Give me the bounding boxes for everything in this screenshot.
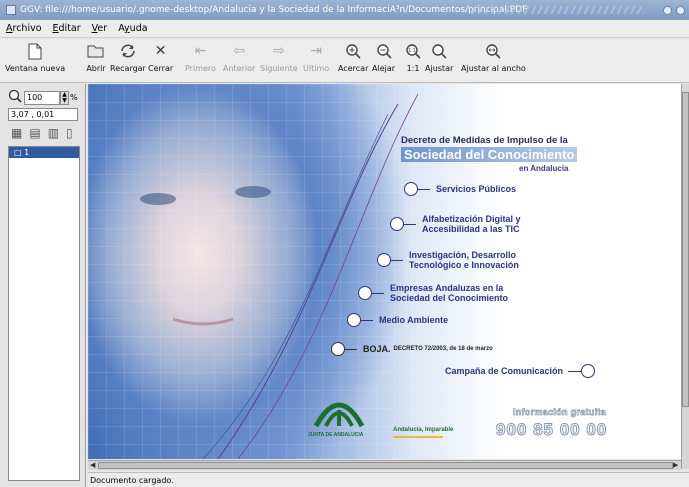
zoom-in-button[interactable]: Acercar xyxy=(338,41,368,73)
vertical-scrollbar[interactable] xyxy=(681,84,689,469)
coordinates-field: 3,07 , 0,01 xyxy=(8,108,78,121)
folder-icon xyxy=(85,41,107,61)
horizontal-scroll-thumb[interactable] xyxy=(98,462,673,469)
zoom-unit: % xyxy=(70,93,78,102)
item-alfabetizacion: Alfabetización Digital y Accesibilidad a … xyxy=(390,214,521,234)
andalucia-imparable-text: Andalucía, Imparable xyxy=(393,427,454,433)
fit-page-button[interactable]: Ajustar xyxy=(425,41,453,73)
zoom-fit-width-icon xyxy=(482,41,504,61)
reload-button[interactable]: Recargar xyxy=(110,41,146,73)
pages-all-icon[interactable]: ▦ xyxy=(11,126,22,140)
last-page-icon: ⇥ xyxy=(310,43,322,59)
close-icon: ✕ xyxy=(154,43,167,59)
pdf-page: Decreto de Medidas de Impulso de la Soci… xyxy=(88,84,681,459)
minimize-button[interactable] xyxy=(663,5,672,15)
close-button[interactable]: ✕ Cerrar xyxy=(148,41,173,73)
page-marker-icon: □ xyxy=(14,148,25,157)
sidebar: 100 ▲ ▼ % 3,07 , 0,01 ▦ ▤ ▥ ▯ □ 1 xyxy=(0,84,86,487)
bullet-circle xyxy=(390,217,416,231)
junta-andalucia-text: JUNTA DE ANDALUCIA xyxy=(308,432,364,438)
zoom-out-icon xyxy=(373,41,395,61)
document-view[interactable]: Decreto de Medidas de Impulso de la Soci… xyxy=(88,84,681,459)
previous-page-button[interactable]: ⇦ Anterior xyxy=(223,41,255,73)
item-investigacion: Investigación, Desarrollo Tecnológico e I… xyxy=(377,250,519,270)
bullet-circle xyxy=(347,313,373,327)
zoom-out-button[interactable]: Alejar xyxy=(372,41,395,73)
imparable-underline xyxy=(393,436,443,438)
menu-archivo[interactable]: Archivo xyxy=(0,23,47,34)
page-list-item[interactable]: □ 1 xyxy=(9,147,79,158)
zoom-1-1-button[interactable]: 1:1 1:1 xyxy=(402,41,424,73)
title-bar-stripes xyxy=(468,6,644,14)
zoom-control: 100 ▲ ▼ % xyxy=(8,89,78,106)
pages-clear-icon[interactable]: ▯ xyxy=(66,126,73,140)
first-page-icon: ⇤ xyxy=(194,43,207,59)
arrow-left-icon: ⇦ xyxy=(233,43,245,59)
boja-line: BOJA. DECRETO 72/2003, de 18 de marzo xyxy=(331,342,493,356)
zoom-actual-size-icon: 1:1 xyxy=(402,41,424,61)
next-page-button[interactable]: ⇨ Siguiente xyxy=(260,41,298,73)
page-tools: ▦ ▤ ▥ ▯ xyxy=(11,126,73,140)
zoom-input[interactable]: 100 xyxy=(24,90,60,105)
bullet-circle xyxy=(377,253,403,267)
horizontal-scrollbar[interactable]: ◀ ▶ xyxy=(88,460,681,470)
reload-icon xyxy=(117,41,139,61)
bullet-circle xyxy=(358,286,384,300)
pages-even-icon[interactable]: ▥ xyxy=(48,126,59,140)
item-medio-ambiente: Medio Ambiente xyxy=(347,313,448,327)
pages-odd-icon[interactable]: ▤ xyxy=(29,126,40,140)
window-menu-icon[interactable] xyxy=(6,5,16,15)
last-page-button[interactable]: ⇥ Último xyxy=(303,41,329,73)
zoom-in-icon xyxy=(342,41,364,61)
heading-line-1: Decreto de Medidas de Impulso de la xyxy=(401,135,568,146)
arrow-right-icon: ⇨ xyxy=(272,43,285,59)
zoom-stepper[interactable]: ▲ ▼ xyxy=(60,90,69,105)
bullet-circle xyxy=(568,364,596,378)
item-servicios-publicos: Servicios Públicos xyxy=(404,182,516,196)
heading-line-3: en Andalucía xyxy=(519,164,569,173)
info-label: Información gratuita xyxy=(513,407,607,418)
new-window-button[interactable]: Ventana nueva xyxy=(5,41,65,73)
zoom-fit-icon xyxy=(428,41,450,61)
vertical-scroll-thumb[interactable] xyxy=(682,92,689,407)
menu-editar[interactable]: Editar xyxy=(47,23,86,34)
junta-andalucia-logo xyxy=(313,402,365,428)
close-window-button[interactable] xyxy=(676,5,685,15)
page-list: □ 1 xyxy=(8,146,80,481)
item-empresas: Empresas Andaluzas en la Sociedad del Con… xyxy=(358,283,508,303)
fit-width-button[interactable]: Ajustar al ancho xyxy=(461,41,526,73)
scroll-left-icon[interactable]: ◀ xyxy=(90,461,95,469)
svg-text:1:1: 1:1 xyxy=(408,48,416,54)
new-document-icon xyxy=(24,41,46,61)
heading-line-2: Sociedad del Conocimiento xyxy=(401,147,578,162)
menu-ayuda[interactable]: Ayuda xyxy=(112,23,152,34)
bullet-circle xyxy=(331,342,357,356)
status-bar: Documento cargado. xyxy=(88,472,689,487)
toolbar: Ventana nueva Abrir Recargar ✕ Cerrar ⇤ … xyxy=(0,39,689,83)
phone-number: 900 85 00 00 xyxy=(495,420,608,440)
open-button[interactable]: Abrir xyxy=(85,41,107,73)
menu-bar: Archivo Editar Ver Ayuda xyxy=(0,20,689,38)
decorative-curves xyxy=(140,93,419,459)
magnifier-icon xyxy=(8,89,22,106)
first-page-button[interactable]: ⇤ Primero xyxy=(185,41,216,73)
campana-line: Campaña de Comunicación xyxy=(445,364,596,378)
bullet-circle xyxy=(404,182,430,196)
title-bar: GGV: file:///home/usuario/.gnome-desktop… xyxy=(0,0,689,20)
menu-ver[interactable]: Ver xyxy=(86,23,113,34)
scroll-right-icon[interactable]: ▶ xyxy=(673,461,678,469)
